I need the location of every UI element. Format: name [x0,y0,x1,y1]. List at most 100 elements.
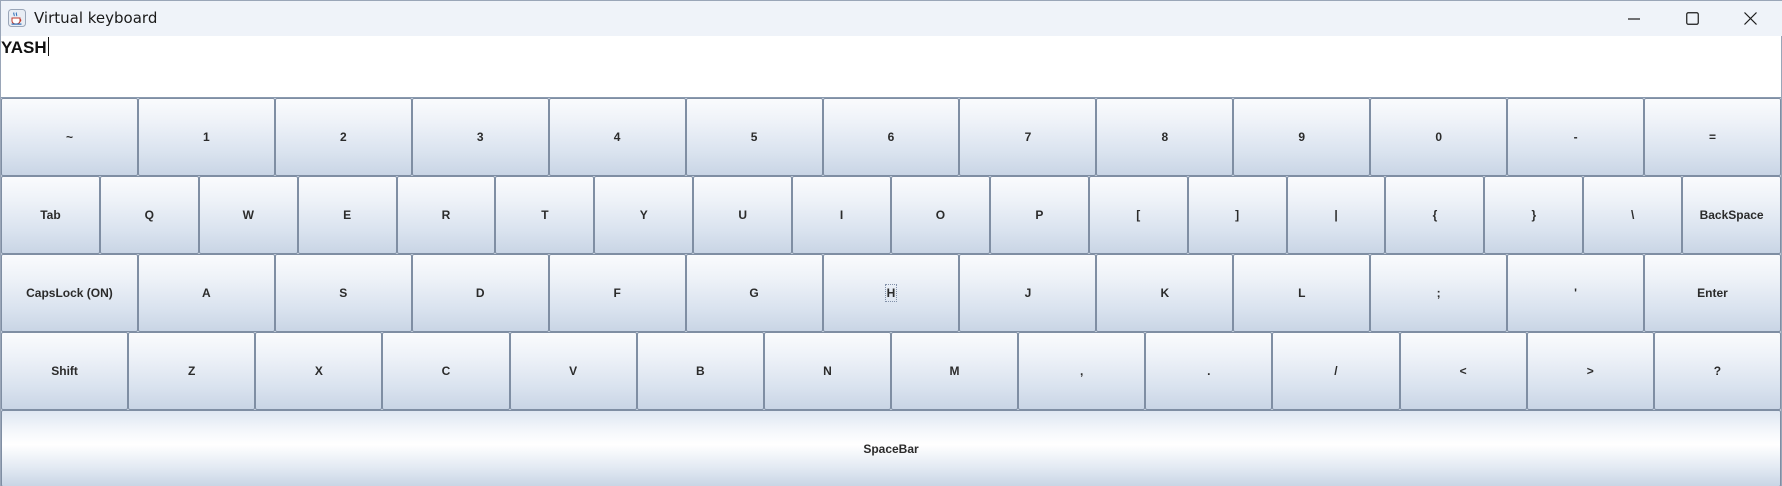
key-label: H [884,284,898,302]
close-icon [1743,12,1757,25]
key-label: 0 [1435,130,1443,144]
key-label: . [1207,364,1211,378]
key-label: N [823,364,832,378]
key-tab[interactable]: Tab [1,176,100,254]
key-p[interactable]: P [989,176,1089,254]
key-d[interactable]: D [411,254,549,332]
key-8[interactable]: 8 [1096,98,1234,176]
key-question[interactable]: ? [1653,332,1781,410]
key-b[interactable]: B [636,332,764,410]
key-pipe[interactable]: | [1286,176,1386,254]
key-label: [ [1136,208,1141,222]
key-spacebar[interactable]: SpaceBar [1,410,1781,486]
key-j[interactable]: J [959,254,1097,332]
minimize-button[interactable] [1605,1,1663,36]
close-button[interactable] [1721,1,1779,36]
key-label: Z [188,364,196,378]
key-minus[interactable]: - [1507,98,1645,176]
key-label: M [949,364,960,378]
key-slash[interactable]: / [1272,332,1400,410]
key-2[interactable]: 2 [274,98,412,176]
key-0[interactable]: 0 [1370,98,1508,176]
key-s[interactable]: S [274,254,412,332]
key-h[interactable]: H [822,254,960,332]
key-t[interactable]: T [495,176,595,254]
key-period[interactable]: . [1145,332,1273,410]
key-1[interactable]: 1 [137,98,275,176]
key-label: J [1024,286,1032,300]
key-q[interactable]: Q [99,176,199,254]
key-left-bracket[interactable]: [ [1088,176,1188,254]
key-label: 5 [750,130,758,144]
key-shift[interactable]: Shift [1,332,129,410]
key-label: K [1160,286,1170,300]
key-6[interactable]: 6 [822,98,960,176]
key-label: Y [639,208,648,222]
key-k[interactable]: K [1096,254,1234,332]
key-label: , [1080,364,1084,378]
key-c[interactable]: C [382,332,510,410]
key-3[interactable]: 3 [411,98,549,176]
key-equals[interactable]: = [1644,98,1781,176]
key-v[interactable]: V [509,332,637,410]
title-bar[interactable]: Virtual keyboard [1,1,1782,36]
key-9[interactable]: 9 [1233,98,1371,176]
key-r[interactable]: R [396,176,496,254]
key-label: CapsLock (ON) [26,286,113,300]
key-label: 7 [1024,130,1032,144]
key-f[interactable]: F [548,254,686,332]
key-a[interactable]: A [137,254,275,332]
key-label: Enter [1697,286,1728,300]
key-label: A [202,286,211,300]
key-l[interactable]: L [1233,254,1371,332]
maximize-button[interactable] [1663,1,1721,36]
key-x[interactable]: X [255,332,383,410]
key-comma[interactable]: , [1018,332,1146,410]
key-label: W [242,208,254,222]
key-capslock[interactable]: CapsLock (ON) [1,254,138,332]
key-e[interactable]: E [297,176,397,254]
key-5[interactable]: 5 [685,98,823,176]
key-label: X [314,364,323,378]
key-label: Tab [40,208,61,222]
key-label: Shift [51,364,78,378]
key-tilde[interactable]: ~ [1,98,138,176]
key-apostrophe[interactable]: ' [1507,254,1645,332]
typed-text-value: YASH [1,38,47,57]
key-label: O [935,208,946,222]
key-w[interactable]: W [198,176,298,254]
key-m[interactable]: M [890,332,1019,410]
key-right-brace[interactable]: } [1484,176,1584,254]
key-label: ' [1574,286,1578,300]
key-7[interactable]: 7 [959,98,1097,176]
key-backslash[interactable]: \ [1583,176,1683,254]
key-i[interactable]: I [792,176,892,254]
keyboard: ~ 1 2 3 4 5 6 7 8 9 0 - = Tab Q W E R T … [1,98,1782,486]
key-semicolon[interactable]: ; [1370,254,1508,332]
key-label: V [569,364,578,378]
key-right-bracket[interactable]: ] [1187,176,1287,254]
key-row-home: CapsLock (ON) A S D F G H J K L ; ' Ente… [1,254,1781,332]
key-label: 8 [1161,130,1169,144]
key-label: R [441,208,451,222]
key-u[interactable]: U [693,176,793,254]
key-backspace[interactable]: BackSpace [1682,176,1782,254]
text-display-area[interactable]: YASH [1,36,1781,98]
key-label: BackSpace [1699,208,1764,222]
key-row-bottom: Shift Z X C V B N M , . / < > ? [1,332,1781,410]
key-greater-than[interactable]: > [1526,332,1654,410]
key-less-than[interactable]: < [1399,332,1527,410]
key-label: 4 [613,130,621,144]
key-o[interactable]: O [891,176,990,254]
key-y[interactable]: Y [594,176,694,254]
key-row-space: SpaceBar [1,410,1781,486]
key-n[interactable]: N [763,332,891,410]
key-g[interactable]: G [685,254,823,332]
key-enter[interactable]: Enter [1644,254,1781,332]
key-label: L [1298,286,1306,300]
key-label: T [541,208,549,222]
key-4[interactable]: 4 [548,98,686,176]
key-z[interactable]: Z [128,332,256,410]
key-label: G [749,286,759,300]
key-left-brace[interactable]: { [1385,176,1485,254]
